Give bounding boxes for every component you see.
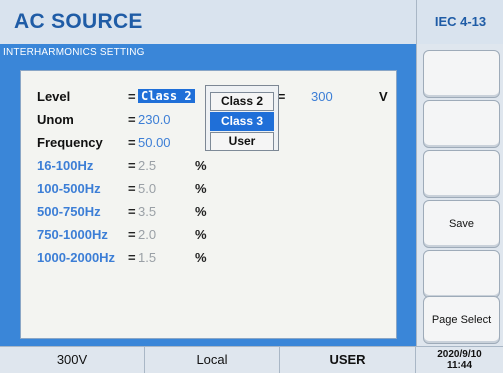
softkey-1-button[interactable] — [423, 50, 500, 98]
band-value[interactable]: 3.5 — [138, 204, 156, 219]
band-unit: % — [195, 158, 207, 173]
band-unit: % — [195, 250, 207, 265]
standard-label: IEC 4-13 — [434, 14, 487, 29]
option-class-2[interactable]: Class 2 — [210, 92, 274, 111]
status-datetime: 2020/9/10 11:44 — [416, 347, 503, 373]
status-time: 11:44 — [446, 360, 473, 371]
status-date: 2020/9/10 — [437, 349, 482, 360]
band-eq: = — [128, 204, 136, 219]
option-class-3[interactable]: Class 3 — [210, 112, 274, 131]
status-mode: Local — [145, 347, 280, 373]
band-unit: % — [195, 181, 207, 196]
status-voltage: 300V — [0, 347, 145, 373]
band-label: 750-1000Hz — [37, 227, 108, 242]
band-eq: = — [128, 158, 136, 173]
status-user: USER — [280, 347, 416, 373]
voltage-value[interactable]: 300 — [311, 89, 333, 104]
softkey-5-button[interactable] — [423, 250, 500, 298]
band-label: 100-500Hz — [37, 181, 101, 196]
voltage-unit: V — [379, 89, 388, 104]
unom-label: Unom — [37, 112, 74, 127]
frequency-value[interactable]: 50.00 — [138, 135, 171, 150]
band-value[interactable]: 2.0 — [138, 227, 156, 242]
panel-title: INTERHARMONICS SETTING — [3, 47, 145, 58]
band-label: 16-100Hz — [37, 158, 94, 173]
band-label: 500-750Hz — [37, 204, 101, 219]
band-value[interactable]: 5.0 — [138, 181, 156, 196]
softkey-bar: Save Page Select — [416, 44, 503, 346]
page-select-button[interactable]: Page Select — [423, 296, 500, 344]
softkey-3-button[interactable] — [423, 150, 500, 198]
level-value[interactable]: Class 2 — [138, 89, 195, 103]
band-value[interactable]: 1.5 — [138, 250, 156, 265]
level-label: Level — [37, 89, 71, 104]
band-eq: = — [128, 250, 136, 265]
level-dropdown: Class 2 Class 3 User — [205, 85, 279, 151]
band-eq: = — [128, 227, 136, 242]
app-title: AC SOURCE — [14, 10, 143, 33]
band-value[interactable]: 2.5 — [138, 158, 156, 173]
frequency-label: Frequency — [37, 135, 103, 150]
band-label: 1000-2000Hz — [37, 250, 116, 265]
band-unit: % — [195, 227, 207, 242]
unom-value[interactable]: 230.0 — [138, 112, 171, 127]
option-user[interactable]: User — [210, 132, 274, 151]
save-button[interactable]: Save — [423, 200, 500, 248]
status-bar: 300V Local USER 2020/9/10 11:44 — [0, 346, 503, 373]
app-header: AC SOURCE — [0, 0, 416, 44]
standard-header: IEC 4-13 — [416, 0, 503, 44]
unom-eq: = — [128, 112, 136, 127]
band-unit: % — [195, 204, 207, 219]
band-eq: = — [128, 181, 136, 196]
softkey-2-button[interactable] — [423, 100, 500, 148]
settings-area: Level = Class 2 Unom = 230.0 Frequency =… — [20, 70, 397, 339]
level-eq: = — [128, 89, 136, 104]
frequency-eq: = — [128, 135, 136, 150]
settings-panel: INTERHARMONICS SETTING Level = Class 2 U… — [0, 44, 416, 346]
